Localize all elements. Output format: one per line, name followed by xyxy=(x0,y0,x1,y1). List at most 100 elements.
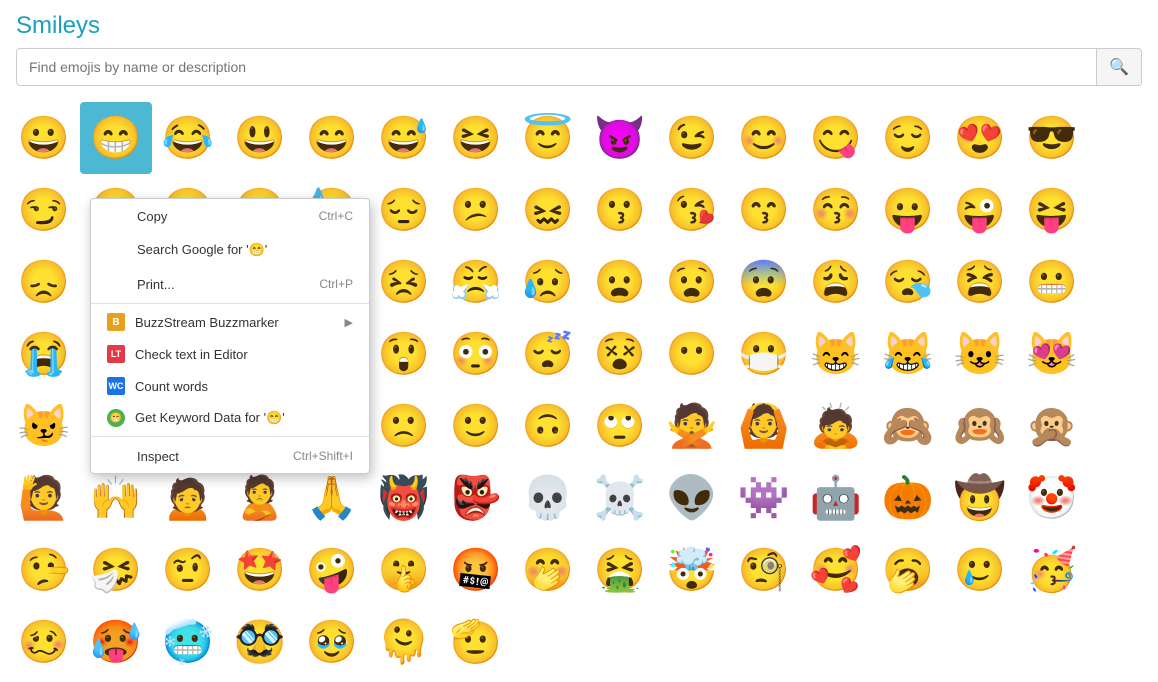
emoji-cell[interactable]: 😷 xyxy=(728,318,800,390)
emoji-cell[interactable]: 😗 xyxy=(584,174,656,246)
emoji-cell[interactable]: 😥 xyxy=(512,246,584,318)
emoji-cell[interactable]: 🙆 xyxy=(728,390,800,462)
emoji-cell[interactable]: 🙉 xyxy=(944,390,1016,462)
emoji-cell[interactable]: 😴 xyxy=(512,318,584,390)
emoji-cell[interactable]: 🤩 xyxy=(224,534,296,606)
emoji-cell[interactable]: 😧 xyxy=(656,246,728,318)
emoji-cell[interactable]: 🤬 xyxy=(440,534,512,606)
emoji-cell[interactable]: 😍 xyxy=(944,102,1016,174)
emoji-cell[interactable]: 🎃 xyxy=(872,462,944,534)
emoji-cell[interactable]: 🤖 xyxy=(800,462,872,534)
emoji-cell[interactable]: 😋 xyxy=(800,102,872,174)
emoji-cell[interactable]: 🥲 xyxy=(944,534,1016,606)
emoji-cell[interactable]: 🙃 xyxy=(512,390,584,462)
emoji-cell[interactable]: 🤧 xyxy=(80,534,152,606)
emoji-cell[interactable]: 😈 xyxy=(584,102,656,174)
emoji-cell[interactable]: 🤪 xyxy=(296,534,368,606)
emoji-cell[interactable]: 🙊 xyxy=(1016,390,1088,462)
emoji-cell[interactable]: 😞 xyxy=(8,246,80,318)
emoji-cell[interactable]: 🤮 xyxy=(584,534,656,606)
emoji-cell[interactable]: 😖 xyxy=(512,174,584,246)
emoji-cell[interactable]: 👹 xyxy=(368,462,440,534)
emoji-cell[interactable]: 😃 xyxy=(224,102,296,174)
emoji-cell[interactable]: 🥶 xyxy=(152,606,224,678)
emoji-cell[interactable]: 🙅 xyxy=(656,390,728,462)
emoji-cell[interactable]: 😆 xyxy=(440,102,512,174)
context-menu-copy[interactable]: Copy Ctrl+C xyxy=(91,199,369,233)
emoji-cell[interactable]: 🤫 xyxy=(368,534,440,606)
emoji-cell[interactable]: 😂 xyxy=(152,102,224,174)
emoji-cell[interactable]: 😜 xyxy=(944,174,1016,246)
emoji-cell[interactable]: 😝 xyxy=(1016,174,1088,246)
emoji-cell[interactable]: 🤥 xyxy=(8,534,80,606)
emoji-cell[interactable]: 😌 xyxy=(872,102,944,174)
emoji-cell[interactable]: 😪 xyxy=(872,246,944,318)
emoji-cell[interactable]: 😶 xyxy=(656,318,728,390)
emoji-cell[interactable]: 😵 xyxy=(584,318,656,390)
context-menu-buzzstream[interactable]: B BuzzStream Buzzmarker ▶ xyxy=(91,306,369,338)
emoji-cell[interactable]: 😩 xyxy=(800,246,872,318)
emoji-cell[interactable]: 😹 xyxy=(872,318,944,390)
emoji-cell[interactable]: 😏 xyxy=(8,174,80,246)
emoji-cell[interactable]: ☠️ xyxy=(584,462,656,534)
emoji-cell[interactable]: 🫠 xyxy=(368,606,440,678)
emoji-cell[interactable]: 🤯 xyxy=(656,534,728,606)
context-menu-wc[interactable]: WC Count words xyxy=(91,370,369,402)
emoji-cell[interactable]: 😦 xyxy=(584,246,656,318)
search-button[interactable]: 🔍 xyxy=(1096,49,1141,85)
emoji-cell[interactable]: 😺 xyxy=(944,318,1016,390)
emoji-cell[interactable]: 👾 xyxy=(728,462,800,534)
emoji-cell[interactable]: 😘 xyxy=(656,174,728,246)
context-menu-inspect[interactable]: Inspect Ctrl+Shift+I xyxy=(91,439,369,473)
context-menu-print[interactable]: Print... Ctrl+P xyxy=(91,267,369,301)
emoji-cell[interactable]: 😕 xyxy=(440,174,512,246)
context-menu-search-google[interactable]: Search Google for '😁' xyxy=(91,233,369,267)
emoji-cell[interactable]: 😲 xyxy=(368,318,440,390)
emoji-cell[interactable]: 😅 xyxy=(368,102,440,174)
emoji-cell[interactable]: 😛 xyxy=(872,174,944,246)
emoji-cell[interactable]: 😭 xyxy=(8,318,80,390)
emoji-cell[interactable]: 🙋 xyxy=(8,462,80,534)
emoji-cell[interactable]: 🤡 xyxy=(1016,462,1088,534)
emoji-cell[interactable]: 😤 xyxy=(440,246,512,318)
emoji-cell[interactable]: 🙁 xyxy=(368,390,440,462)
emoji-cell[interactable]: 🥹 xyxy=(296,606,368,678)
emoji-cell[interactable]: 😳 xyxy=(440,318,512,390)
emoji-cell[interactable]: 😚 xyxy=(800,174,872,246)
context-menu-keyword[interactable]: 😁 Get Keyword Data for '😁' xyxy=(91,402,369,434)
emoji-cell[interactable]: 🥱 xyxy=(872,534,944,606)
emoji-cell[interactable]: 🙇 xyxy=(800,390,872,462)
emoji-cell[interactable]: 😄 xyxy=(296,102,368,174)
emoji-cell[interactable]: 😉 xyxy=(656,102,728,174)
emoji-cell[interactable]: 😨 xyxy=(728,246,800,318)
emoji-cell[interactable]: 😼 xyxy=(8,390,80,462)
emoji-cell[interactable]: 🥰 xyxy=(800,534,872,606)
emoji-cell[interactable]: 🙈 xyxy=(872,390,944,462)
emoji-cell[interactable]: 👽 xyxy=(656,462,728,534)
emoji-cell[interactable]: 😫 xyxy=(944,246,1016,318)
context-menu-lt[interactable]: LT Check text in Editor xyxy=(91,338,369,370)
emoji-cell[interactable]: 😣 xyxy=(368,246,440,318)
emoji-cell[interactable]: 😇 xyxy=(512,102,584,174)
emoji-cell[interactable]: 🤠 xyxy=(944,462,1016,534)
emoji-cell[interactable]: 🥸 xyxy=(224,606,296,678)
emoji-cell[interactable]: 😀 xyxy=(8,102,80,174)
emoji-cell[interactable]: 😔 xyxy=(368,174,440,246)
emoji-cell[interactable]: 🙄 xyxy=(584,390,656,462)
emoji-cell[interactable]: 🫡 xyxy=(440,606,512,678)
emoji-cell[interactable]: 🙂 xyxy=(440,390,512,462)
emoji-cell[interactable]: 😎 xyxy=(1016,102,1088,174)
emoji-cell[interactable]: 🥳 xyxy=(1016,534,1088,606)
emoji-cell[interactable]: 😁 xyxy=(80,102,152,174)
emoji-cell[interactable]: 😬 xyxy=(1016,246,1088,318)
emoji-cell[interactable]: 🤭 xyxy=(512,534,584,606)
search-input[interactable] xyxy=(17,51,1096,83)
emoji-cell[interactable]: 🧐 xyxy=(728,534,800,606)
emoji-cell[interactable]: 😻 xyxy=(1016,318,1088,390)
emoji-cell[interactable]: 😙 xyxy=(728,174,800,246)
emoji-cell[interactable]: 💀 xyxy=(512,462,584,534)
emoji-cell[interactable]: 😊 xyxy=(728,102,800,174)
emoji-cell[interactable]: 😸 xyxy=(800,318,872,390)
emoji-cell[interactable]: 🤨 xyxy=(152,534,224,606)
emoji-cell[interactable]: 👺 xyxy=(440,462,512,534)
